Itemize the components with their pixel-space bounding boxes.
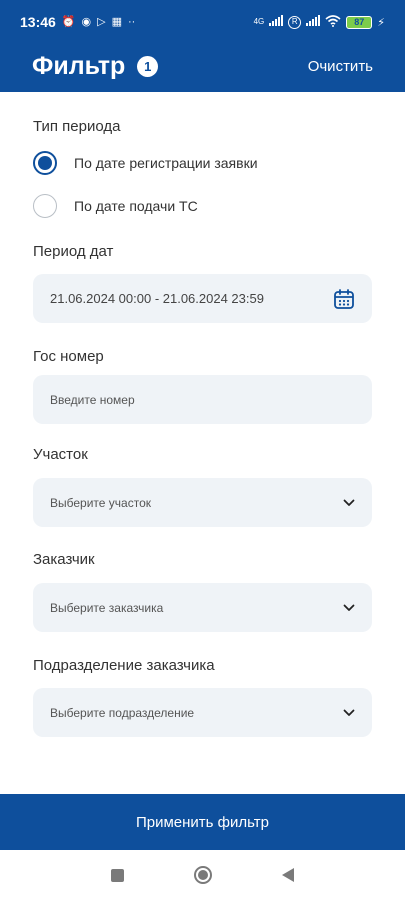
section-select[interactable]: Выберите участок [33,478,372,527]
app-notification-icon: ◉ [81,15,92,28]
back-icon[interactable] [282,868,294,882]
system-nav-bar [0,850,405,900]
radio-checked-icon[interactable] [33,151,57,175]
play-icon: ▷ [97,15,106,28]
chevron-down-icon [343,499,355,507]
filter-count-badge: 1 [137,55,159,77]
period-type-label: Тип периода [33,118,121,135]
network-type-label: 4G [253,17,265,26]
status-bar: 13:46 ⏰ ◉ ▷ ▦ ·· 4G R 87 ⚡ [0,0,405,44]
section-label: Участок [33,446,88,463]
customer-division-label: Подразделение заказчика [33,657,215,674]
date-range-field[interactable]: 21.06.2024 00:00 - 21.06.2024 23:59 [33,274,372,323]
customer-select[interactable]: Выберите заказчика [33,583,372,632]
charging-icon: ⚡ [377,16,385,29]
date-range-value: 21.06.2024 00:00 - 21.06.2024 23:59 [50,291,264,306]
radio-unchecked-icon[interactable] [33,194,57,218]
roaming-icon: R [288,15,302,29]
radio-registration-label: По дате регистрации заявки [74,155,258,171]
calendar-icon[interactable] [333,288,355,310]
radio-submission-label: По дате подачи ТС [74,198,198,214]
chevron-down-icon [343,604,355,612]
battery-icon: 87 [346,15,373,29]
customer-division-select[interactable]: Выберите подразделение [33,688,372,737]
date-range-label: Период дат [33,243,114,260]
plate-input[interactable]: Введите номер [33,375,372,424]
page-title: Фильтр [32,51,126,80]
customer-label: Заказчик [33,551,95,568]
title-row: Фильтр 1 Очистить [0,46,405,86]
grid-app-icon: ▦ [111,15,122,28]
home-icon[interactable] [194,866,212,884]
customer-placeholder: Выберите заказчика [50,600,164,615]
alarm-icon: ⏰ [61,15,76,28]
clear-button[interactable]: Очистить [308,58,373,75]
signal-icon-2 [306,15,321,29]
radio-registration-date[interactable]: По дате регистрации заявки [33,151,258,175]
wifi-icon [325,14,341,30]
section-placeholder: Выберите участок [50,495,151,510]
more-notifications-icon: ·· [128,15,136,28]
plate-placeholder: Введите номер [50,392,135,407]
apply-filter-button[interactable]: Применить фильтр [0,794,405,850]
status-time: 13:46 [20,14,56,30]
plate-label: Гос номер [33,348,104,365]
signal-icon [269,15,284,29]
app-header: 13:46 ⏰ ◉ ▷ ▦ ·· 4G R 87 ⚡ Фильтр 1 Очис… [0,0,405,92]
customer-division-placeholder: Выберите подразделение [50,705,195,720]
radio-submission-date[interactable]: По дате подачи ТС [33,194,198,218]
recents-icon[interactable] [111,868,124,882]
chevron-down-icon [343,709,355,717]
